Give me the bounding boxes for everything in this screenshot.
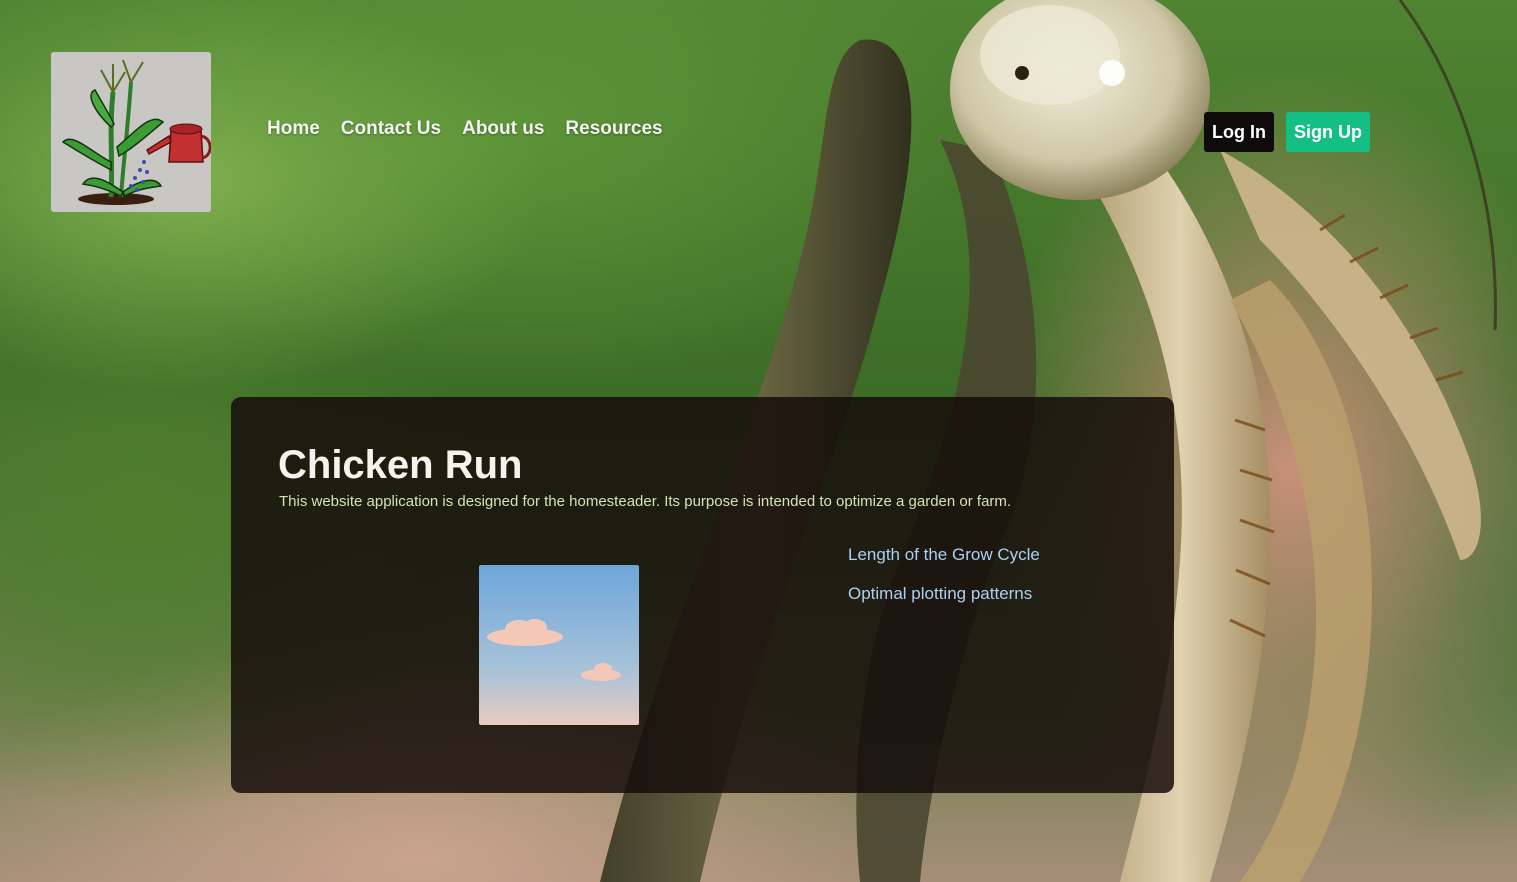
hero-description: This website application is designed for… <box>279 493 1012 510</box>
hero-title: Chicken Run <box>278 443 523 487</box>
login-button[interactable]: Log In <box>1204 112 1274 152</box>
nav-home-link[interactable]: Home <box>267 118 320 140</box>
plant-with-watering-can-icon <box>51 52 211 212</box>
nav-contact-us-link[interactable]: Contact Us <box>341 118 441 140</box>
hero-card: Chicken Run This website application is … <box>231 397 1174 793</box>
nav-resources-link[interactable]: Resources <box>565 118 662 140</box>
site-logo[interactable] <box>51 52 211 212</box>
sky-clouds-image <box>479 565 639 725</box>
main-nav: Home Contact Us About us Resources <box>267 118 663 140</box>
feature-list: Length of the Grow Cycle Optimal plottin… <box>848 545 1040 623</box>
feature-link-grow-cycle[interactable]: Length of the Grow Cycle <box>848 545 1040 565</box>
nav-about-us-link[interactable]: About us <box>462 118 544 140</box>
signup-button[interactable]: Sign Up <box>1285 112 1370 152</box>
feature-link-plotting-patterns[interactable]: Optimal plotting patterns <box>848 584 1040 604</box>
auth-buttons: Log In Sign Up <box>1204 112 1370 152</box>
